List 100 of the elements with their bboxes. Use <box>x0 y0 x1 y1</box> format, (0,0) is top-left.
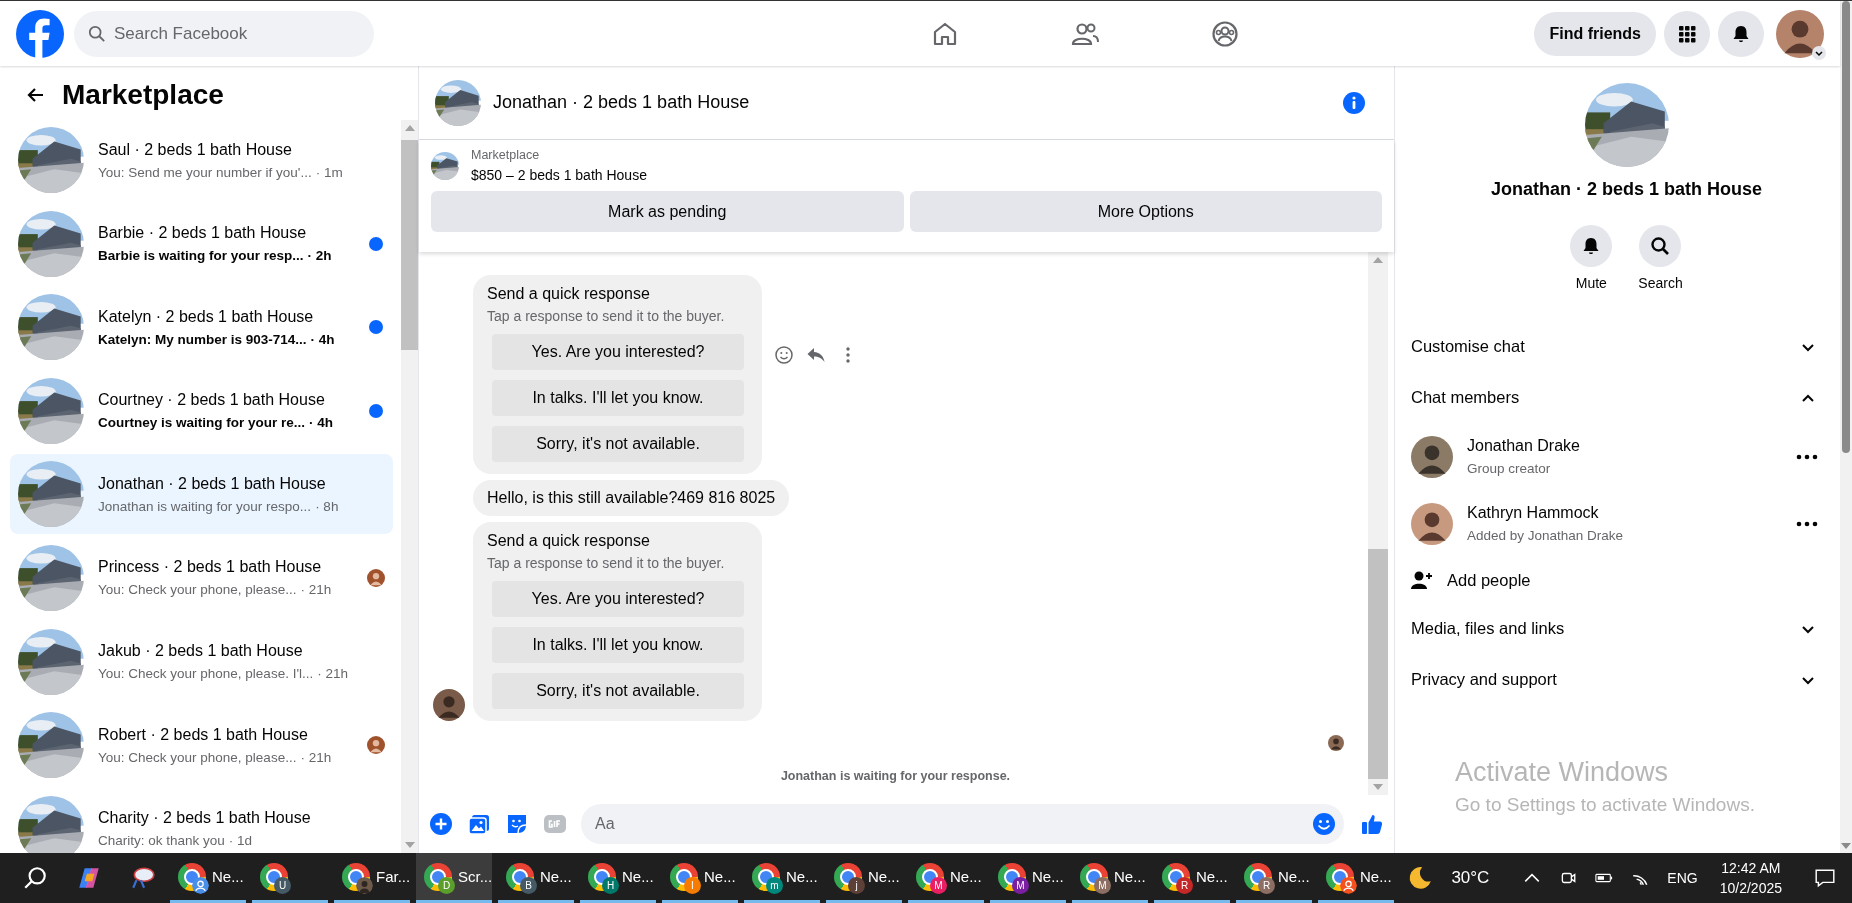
language-indicator[interactable]: ENG <box>1667 870 1698 886</box>
message-preview: Charity: ok thank you <box>98 833 225 849</box>
avatar <box>1411 502 1453 545</box>
quick-reply-button[interactable]: In talks. I'll let you know. <box>492 627 744 663</box>
app-label: Ne... <box>704 868 736 885</box>
taskbar-app[interactable]: B Ne... <box>498 853 574 903</box>
message-time: · 1m <box>315 164 343 180</box>
taskbar-app[interactable]: m Ne... <box>744 853 820 903</box>
conversation-title: Saul · 2 beds 1 bath House <box>98 140 293 159</box>
message-preview: You: Check your phone, please. I'l... <box>98 666 314 682</box>
conversation-title: Jonathan · 2 beds 1 bath House <box>98 474 327 493</box>
profile-badge: B <box>520 877 537 894</box>
avatar <box>1776 9 1824 58</box>
avatar <box>367 568 385 587</box>
facebook-logo-icon[interactable] <box>16 9 64 58</box>
app-label: Ne... <box>868 868 900 885</box>
chevron-down-icon[interactable] <box>1812 45 1826 60</box>
app-label: Ne... <box>622 868 654 885</box>
profile-badge: M <box>1012 877 1029 894</box>
taskbar-app[interactable]: Far... <box>334 853 410 903</box>
taskbar-app[interactable]: M Ne... <box>908 853 984 903</box>
image-icon[interactable] <box>467 812 491 836</box>
add-people-button[interactable]: Add people <box>1411 557 1826 603</box>
weather-temperature[interactable]: 30°C <box>1451 868 1490 888</box>
quick-reply-button[interactable]: Yes. Are you interested? <box>492 581 744 617</box>
section-header[interactable]: Chat members <box>1411 372 1826 423</box>
emoji-icon[interactable] <box>1312 812 1336 836</box>
message-field[interactable]: Aa <box>581 804 1344 844</box>
sticker-icon[interactable] <box>505 812 529 836</box>
quick-reply-button[interactable]: Yes. Are you interested? <box>492 334 744 370</box>
profile-badge: M <box>1094 877 1111 894</box>
conversation-item[interactable]: Princess · 2 beds 1 bath House You: Check your phone, please... · 21h <box>10 537 393 618</box>
snipping-tool-icon[interactable] <box>130 865 156 891</box>
conversation-item[interactable]: Saul · 2 beds 1 bath House You: Send me your number if you'... · 1m <box>10 120 393 200</box>
taskbar-app[interactable]: Ne... <box>170 853 246 903</box>
more-icon[interactable] <box>1796 453 1818 460</box>
action-label: Search <box>1638 275 1683 291</box>
message-preview: Katelyn: My number is 903-714... <box>98 331 307 347</box>
listing-title: $850 – 2 beds 1 bath House <box>471 167 647 183</box>
taskbar-app[interactable]: j Ne... <box>826 853 902 903</box>
conversation-item[interactable]: Courtney · 2 beds 1 bath House Courtney is waiting for your re... · 4h <box>10 370 393 451</box>
conversation-title: Princess · 2 beds 1 bath House <box>98 558 323 577</box>
taskbar-app[interactable]: M Ne... <box>990 853 1066 903</box>
member-role: Added by Jonathan Drake <box>1467 528 1625 543</box>
avatar <box>1411 435 1453 478</box>
find-friends-button[interactable]: Find friends <box>1534 11 1656 56</box>
groups-icon[interactable] <box>1211 19 1240 48</box>
search-icon[interactable] <box>22 865 48 891</box>
conversation-item[interactable]: Jonathan · 2 beds 1 bath House Jonathan is waiting for your respo... · 8h <box>10 454 393 535</box>
info-icon[interactable] <box>1342 90 1366 115</box>
taskbar-app[interactable]: R Ne... <box>1236 853 1312 903</box>
taskbar-app[interactable]: I Ne... <box>662 853 738 903</box>
scrollbar[interactable] <box>1840 1 1852 853</box>
taskbar-app[interactable]: R Ne... <box>1154 853 1230 903</box>
sidebar-title: Marketplace <box>62 79 224 111</box>
conversation-item[interactable]: Barbie · 2 beds 1 bath House Barbie is waiting for your resp... · 2h <box>10 203 393 284</box>
taskbar-app[interactable]: M Ne... <box>1072 853 1148 903</box>
message-preview: Courtney is waiting for your re... <box>98 415 306 431</box>
avatar <box>1328 735 1344 751</box>
taskbar-app[interactable]: U <box>252 853 328 903</box>
conversation-title: Katelyn · 2 beds 1 bath House <box>98 307 315 326</box>
emoji-icon[interactable] <box>774 344 794 365</box>
more-icon[interactable] <box>1796 520 1818 527</box>
message-preview: You: Check your phone, please... <box>98 749 297 765</box>
conversation-title: Courtney · 2 beds 1 bath House <box>98 391 326 410</box>
taskbar-app[interactable]: D Scr... <box>416 853 492 903</box>
conversation-item[interactable]: Robert · 2 beds 1 bath House You: Check your phone, please... · 21h <box>10 705 393 786</box>
listing-action-button[interactable]: Mark as pending <box>431 191 904 232</box>
notification-icon[interactable] <box>1814 867 1836 889</box>
conversation-item[interactable]: Katelyn · 2 beds 1 bath House Katelyn: My number is 903-714... · 4h <box>10 287 393 368</box>
scrollbar[interactable] <box>401 120 418 853</box>
scrollbar[interactable] <box>1368 252 1388 795</box>
section-header[interactable]: Privacy and support <box>1411 654 1826 705</box>
notifications-button[interactable] <box>1718 10 1764 57</box>
search-button[interactable] <box>1639 225 1682 267</box>
taskbar-app[interactable]: Ne... <box>1318 853 1394 903</box>
mute-button[interactable] <box>1570 225 1613 267</box>
grid-icon <box>1677 23 1697 44</box>
conversation-name: Jonathan · 2 beds 1 bath House <box>1490 179 1762 200</box>
quick-response-hint: Tap a response to send it to the buyer. <box>487 308 726 324</box>
conversation-item[interactable]: Jakub · 2 beds 1 bath House You: Check your phone, please. I'l... · 21h <box>10 621 393 702</box>
quick-reply-button[interactable]: Sorry, it's not available. <box>492 426 744 462</box>
copilot-icon[interactable] <box>76 865 102 891</box>
moon-icon <box>1407 865 1434 891</box>
conversation-title: Charity · 2 beds 1 bath House <box>98 809 312 828</box>
taskbar-app[interactable]: H Ne... <box>580 853 656 903</box>
section-header[interactable]: Media, files and links <box>1411 603 1826 654</box>
search-field[interactable]: Search Facebook <box>74 10 374 57</box>
message-time: · 4h <box>309 415 334 431</box>
quick-reply-button[interactable]: Sorry, it's not available. <box>492 673 744 709</box>
listing-action-button[interactable]: More Options <box>909 191 1382 232</box>
activation-title: Activate Windows <box>1455 757 1670 788</box>
message-time: · 21h <box>300 582 332 598</box>
section-header[interactable]: Customise chat <box>1411 321 1826 372</box>
plus-icon[interactable] <box>429 812 453 836</box>
like-icon[interactable] <box>1360 812 1384 836</box>
clock[interactable]: 12:42 AM 10/2/2025 <box>1719 860 1782 896</box>
app-label: Ne... <box>1278 868 1310 885</box>
quick-reply-button[interactable]: In talks. I'll let you know. <box>492 380 744 416</box>
menu-button[interactable] <box>1664 10 1710 57</box>
